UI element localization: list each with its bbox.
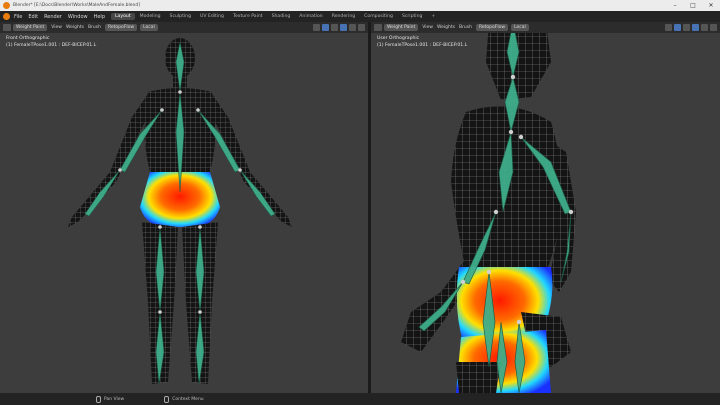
status-pan-view: Pan View	[96, 395, 125, 403]
menu-edit[interactable]: Edit	[28, 14, 38, 20]
tab-scripting[interactable]: Scripting	[398, 13, 426, 20]
tab-texture-paint[interactable]: Texture Paint	[229, 13, 267, 20]
overlay-icon[interactable]	[313, 24, 320, 31]
minimize-icon[interactable]: –	[666, 0, 684, 11]
tab-compositing[interactable]: Compositing	[360, 13, 397, 20]
window-controls: – □ ✕	[666, 0, 720, 11]
close-icon[interactable]: ✕	[702, 0, 720, 11]
add-workspace-button[interactable]: +	[427, 13, 439, 20]
menu-brush[interactable]: Brush	[88, 25, 101, 30]
status-pan-label: Pan View	[104, 396, 125, 402]
mode-selector[interactable]: Weight Paint	[384, 24, 419, 31]
menu-window[interactable]: Window	[68, 14, 88, 20]
menu-weights[interactable]: Weights	[66, 25, 84, 30]
viewport-info-right: User Orthographic (1) FemaleTPose1.001 :…	[377, 36, 467, 49]
editor-type-icon[interactable]	[374, 24, 382, 31]
orientation-selector[interactable]: Local	[511, 24, 529, 31]
mouse-right-icon	[164, 395, 170, 403]
viewport-info-left: Front Orthographic (1) FemaleTPose1.001 …	[6, 36, 96, 49]
top-menu-bar: File Edit Render Window Help Layout Mode…	[0, 11, 720, 22]
tab-layout[interactable]: Layout	[111, 13, 135, 20]
viewport-shading-buttons	[663, 24, 717, 31]
xray-icon[interactable]	[674, 24, 681, 31]
status-bar: Pan View Context Menu	[0, 393, 720, 405]
tab-sculpting[interactable]: Sculpting	[166, 13, 195, 20]
falloff-selector[interactable]: RetopoFlow	[104, 24, 138, 31]
side-body-figure	[401, 22, 576, 393]
status-context-menu: Context Menu	[164, 395, 204, 403]
tab-modeling[interactable]: Modeling	[136, 13, 165, 20]
render-shading-icon[interactable]	[710, 24, 717, 31]
orientation-selector[interactable]: Local	[140, 24, 158, 31]
tab-rendering[interactable]: Rendering	[328, 13, 359, 20]
front-body-figure	[68, 38, 292, 385]
mouse-middle-icon	[96, 395, 101, 403]
maximize-icon[interactable]: □	[684, 0, 702, 11]
viewport-user[interactable]: Weight Paint View Weights Brush RetopoFl…	[371, 22, 720, 393]
status-context-label: Context Menu	[172, 396, 204, 402]
viewport-header-left: Weight Paint View Weights Brush RetopoFl…	[0, 22, 368, 33]
wireframe-shading-icon[interactable]	[683, 24, 690, 31]
menu-view[interactable]: View	[422, 25, 433, 30]
menu-weights[interactable]: Weights	[437, 25, 455, 30]
active-object: (1) FemaleTPose1.001 : DEF-BICEP.01.L	[377, 42, 468, 48]
active-object: (1) FemaleTPose1.001 : DEF-BICEP.01.L	[6, 42, 97, 48]
menu-brush[interactable]: Brush	[459, 25, 472, 30]
render-shading-icon[interactable]	[358, 24, 365, 31]
editor-type-icon[interactable]	[3, 24, 11, 31]
viewport-shading-buttons	[311, 24, 365, 31]
menu-view[interactable]: View	[51, 25, 62, 30]
falloff-selector[interactable]: RetopoFlow	[475, 24, 509, 31]
window-title: Blender* [E:\Docs\Blender\Works\MaleAndF…	[13, 3, 140, 8]
material-shading-icon[interactable]	[701, 24, 708, 31]
solid-shading-icon[interactable]	[692, 24, 699, 31]
viewport-header-right: Weight Paint View Weights Brush RetopoFl…	[371, 22, 720, 33]
mode-selector[interactable]: Weight Paint	[13, 24, 48, 31]
xray-icon[interactable]	[322, 24, 329, 31]
title-bar: Blender* [E:\Docs\Blender\Works\MaleAndF…	[0, 0, 720, 11]
blender-menu-icon[interactable]	[3, 13, 10, 20]
tab-animation[interactable]: Animation	[295, 13, 326, 20]
blender-logo-icon	[3, 2, 10, 9]
tab-uv-editing[interactable]: UV Editing	[196, 13, 228, 20]
material-shading-icon[interactable]	[349, 24, 356, 31]
solid-shading-icon[interactable]	[340, 24, 347, 31]
menu-help[interactable]: Help	[94, 14, 105, 20]
menu-file[interactable]: File	[14, 14, 22, 20]
tab-shading[interactable]: Shading	[268, 13, 295, 20]
overlay-icon[interactable]	[665, 24, 672, 31]
menu-render[interactable]: Render	[44, 14, 62, 20]
wireframe-shading-icon[interactable]	[331, 24, 338, 31]
viewport-front[interactable]: Weight Paint View Weights Brush RetopoFl…	[0, 22, 368, 393]
